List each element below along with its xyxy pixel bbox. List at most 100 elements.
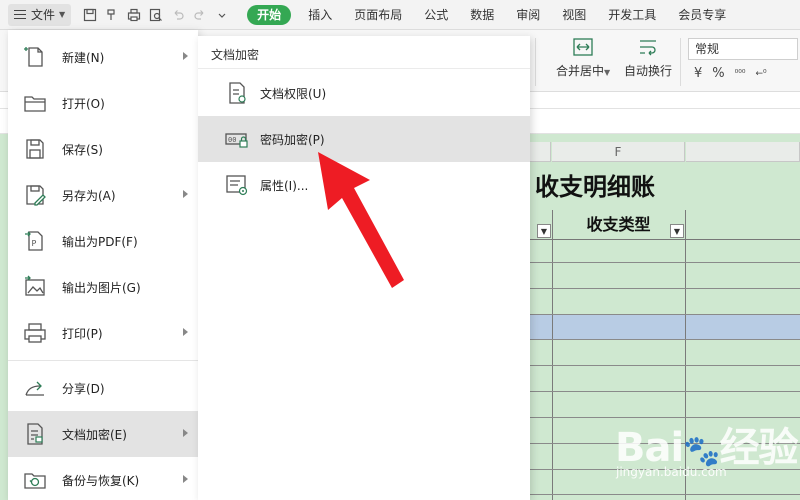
menu-divider [8,360,198,361]
sheet-title-cell[interactable]: 收支明细账 [529,164,800,210]
tab-developer[interactable]: 开发工具 [597,0,667,30]
export-image-icon [25,275,45,296]
ribbon-divider [680,38,681,86]
tab-formulas[interactable]: 公式 [413,0,459,30]
chevron-right-icon [183,475,188,483]
ribbon-tabs: 开始 插入 页面布局 公式 数据 审阅 视图 开发工具 会员专享 [241,0,737,30]
save-icon[interactable] [79,4,101,26]
svg-text:P: P [32,239,37,248]
menu-item-backup-restore[interactable]: 备份与恢复(K) [8,457,198,500]
tab-review[interactable]: 审阅 [505,0,551,30]
export-pdf-icon: P [25,231,43,251]
tab-home[interactable]: 开始 [247,4,292,25]
menu-item-open[interactable]: 打开(O) [8,80,198,126]
chevron-right-icon [183,190,188,198]
svg-text:00: 00 [228,136,236,144]
chevron-right-icon [183,429,188,437]
menu-item-label: 打开(O) [62,96,105,111]
tab-member[interactable]: 会员专享 [667,0,737,30]
menu-item-label: 打印(P) [62,326,103,341]
header-cell-type[interactable]: 收支类型 [552,210,685,240]
filter-dropdown-icon[interactable]: ▼ [537,224,551,238]
menu-item-share[interactable]: 分享(D) [8,365,198,411]
grid-line [529,262,800,263]
new-file-icon [24,47,43,67]
baidu-watermark: Bai🐾经验 jingyan.baidu.com [615,415,800,500]
submenu-item-label: 文档权限(U) [260,86,327,101]
share-icon [25,381,44,396]
menu-item-document-encrypt[interactable]: 文档加密(E) [8,411,198,457]
document-permission-icon [229,82,246,104]
redo-icon[interactable] [189,4,211,26]
number-format-buttons: ¥ % ⁰⁰⁰ ←⁰ [694,66,767,81]
print-preview-icon[interactable] [145,4,167,26]
menu-divider [198,68,530,69]
increase-decimal-icon[interactable]: ←⁰ [755,69,766,79]
chevron-right-icon [183,328,188,336]
password-encrypt-icon: 00 [225,133,248,148]
wrap-text-label: 自动换行 [624,64,673,78]
menu-item-label: 另存为(A) [62,188,116,203]
tab-view[interactable]: 视图 [551,0,597,30]
grid-line [529,314,800,315]
menu-item-label: 输出为图片(G) [62,280,141,295]
file-menu-panel: 新建(N) 打开(O) 保存(S) 另存为(A) P 输出为PDF(F) 输出为… [8,30,198,500]
chevron-down-icon: ▼ [604,68,611,77]
column-header-e[interactable] [529,142,551,162]
menu-item-label: 输出为PDF(F) [62,234,138,249]
open-folder-icon [24,96,46,112]
column-header-f[interactable]: F [552,142,685,162]
merge-cells-icon [573,38,593,56]
app-window: 文件 ▼ 开始 插入 页面布局 公式 数据 审阅 视图 开发工具 会员专享 合并… [0,0,800,500]
grid-line [529,288,800,289]
submenu-title: 文档加密 [211,48,260,62]
grid-line [529,339,800,340]
number-format-select[interactable]: 常规 [688,38,798,60]
tab-insert[interactable]: 插入 [297,0,343,30]
filter-dropdown-icon[interactable]: ▼ [670,224,684,238]
column-header-g[interactable] [686,142,800,162]
chevron-right-icon [183,52,188,60]
ribbon-divider [535,38,536,86]
menu-item-export-pdf[interactable]: P 输出为PDF(F) [8,218,198,264]
grid-line [552,210,553,500]
menu-item-save-as[interactable]: 另存为(A) [8,172,198,218]
backup-restore-icon [24,473,46,489]
menu-item-label: 分享(D) [62,381,105,396]
submenu-item-document-permission[interactable]: 文档权限(U) [198,70,530,116]
hamburger-icon [14,9,26,20]
chevron-down-icon: ▼ [59,10,66,19]
file-menu-button[interactable]: 文件 ▼ [8,3,72,26]
document-encrypt-icon [27,423,43,445]
currency-button[interactable]: ¥ [694,66,702,81]
menu-item-label: 新建(N) [62,50,105,65]
menu-item-label: 保存(S) [62,142,103,157]
tab-page-layout[interactable]: 页面布局 [343,0,413,30]
menu-item-label: 文档加密(E) [62,427,127,442]
customize-toolbar-icon[interactable] [211,4,233,26]
highlighted-row[interactable] [529,315,800,339]
menu-item-new[interactable]: 新建(N) [8,34,198,80]
annotation-arrow-icon [318,152,404,288]
merge-center-button[interactable]: 合并居中▼ [556,36,610,79]
tab-data[interactable]: 数据 [459,0,505,30]
wrap-text-button[interactable]: 自动换行 [624,36,672,79]
grid-line [529,365,800,366]
menu-item-label: 备份与恢复(K) [62,473,140,488]
percent-button[interactable]: % [712,66,724,81]
menu-item-export-image[interactable]: 输出为图片(G) [8,264,198,310]
menu-item-print[interactable]: 打印(P) [8,310,198,356]
print-icon[interactable] [123,4,145,26]
merge-center-label: 合并居中 [556,64,605,78]
menu-item-save[interactable]: 保存(S) [8,126,198,172]
print-icon [24,323,46,343]
format-painter-icon[interactable] [101,4,123,26]
grid-line [529,391,800,392]
watermark-url: jingyan.baidu.com [616,465,727,479]
file-menu-label: 文件 [31,8,56,22]
wrap-text-icon [640,40,656,56]
undo-icon[interactable] [167,4,189,26]
save-icon [26,139,44,159]
ribbon-tab-bar: 文件 ▼ 开始 插入 页面布局 公式 数据 审阅 视图 开发工具 会员专享 [0,0,800,30]
thousands-separator-icon[interactable]: ⁰⁰⁰ [735,69,746,79]
